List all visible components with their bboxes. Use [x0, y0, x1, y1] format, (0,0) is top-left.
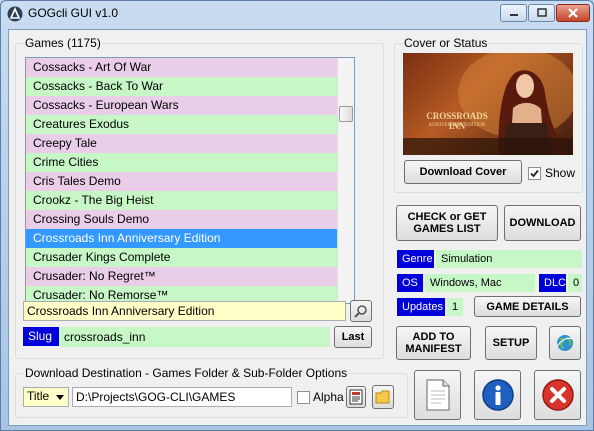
games-list[interactable]: Cossacks - Art Of War Cossacks - Back To …: [25, 57, 355, 304]
download-cover-button[interactable]: Download Cover: [404, 160, 522, 184]
folder-icon: [375, 390, 390, 404]
close-icon: [568, 8, 578, 18]
cover-art-graphic: [403, 53, 573, 155]
dlc-value: 0: [568, 274, 582, 292]
info-button[interactable]: [474, 370, 521, 420]
minimize-button[interactable]: [500, 4, 527, 22]
blank-document-icon: [426, 379, 449, 411]
maximize-icon: [536, 8, 547, 17]
games-list-scrollbar[interactable]: [337, 58, 354, 303]
game-list-item[interactable]: Cossacks - Art Of War: [26, 58, 339, 77]
cover-group-title: Cover or Status: [402, 36, 490, 50]
slug-field[interactable]: crossroads_inn: [60, 327, 330, 347]
download-button[interactable]: DOWNLOAD: [504, 205, 581, 241]
os-label: OS: [397, 274, 423, 292]
genre-value: Simulation: [436, 250, 582, 268]
game-title-field[interactable]: Crossroads Inn Anniversary Edition: [23, 301, 346, 321]
game-list-item[interactable]: Creepy Tale: [26, 134, 339, 153]
game-list-item[interactable]: Crusader: No Regret™: [26, 267, 339, 286]
search-button[interactable]: [350, 300, 372, 322]
destination-group-title: Download Destination - Games Folder & Su…: [23, 366, 350, 380]
game-list-item[interactable]: Cris Tales Demo: [26, 172, 339, 191]
cover-logo-subtext: ANNIVERSARY EDITION: [428, 123, 486, 128]
client-area: Games (1175) Cossacks - Art Of War Cossac…: [8, 29, 587, 426]
web-button[interactable]: [549, 326, 581, 360]
add-to-manifest-button[interactable]: ADD TO MANIFEST: [396, 326, 471, 360]
folder-option-combo[interactable]: Title: [23, 387, 69, 407]
slug-label: Slug: [23, 327, 59, 346]
dlc-label: DLC: [539, 274, 566, 292]
destination-path-field[interactable]: D:\Projects\GOG-CLI\GAMES: [72, 387, 292, 407]
close-circle-icon: [541, 379, 574, 411]
browse-folder-button[interactable]: [372, 385, 394, 409]
manifest-file-button[interactable]: [414, 370, 461, 420]
maximize-button[interactable]: [528, 4, 555, 22]
minimize-icon: [509, 14, 518, 16]
app-window: GOGcli GUI v1.0 Games (1175) Cossacks - …: [0, 0, 594, 431]
cover-logo-text: CROSSROADS INN: [426, 111, 488, 131]
os-value: Windows, Mac: [425, 274, 535, 292]
show-checkbox[interactable]: [528, 167, 541, 180]
game-list-item[interactable]: Cossacks - European Wars: [26, 96, 339, 115]
game-list-item[interactable]: Crime Cities: [26, 153, 339, 172]
app-logo-icon: [7, 6, 23, 22]
show-label: Show: [545, 166, 576, 180]
scroll-thumb[interactable]: [339, 106, 353, 122]
last-button[interactable]: Last: [334, 326, 372, 348]
updates-label: Updates: [397, 298, 445, 316]
cover-image: CROSSROADS INN ANNIVERSARY EDITION: [403, 53, 573, 155]
game-details-button[interactable]: GAME DETAILS: [474, 296, 581, 317]
exit-button[interactable]: [534, 370, 581, 420]
window-title: GOGcli GUI v1.0: [28, 6, 119, 20]
subfolder-option-button[interactable]: [346, 386, 366, 408]
checkmark-icon: [530, 169, 539, 178]
game-list-item[interactable]: Crossroads Inn Anniversary Edition: [26, 229, 339, 248]
alpha-label: Alpha: [313, 390, 344, 404]
chevron-down-icon: [56, 395, 64, 400]
search-icon: [354, 305, 367, 318]
genre-label: Genre: [397, 250, 434, 268]
folder-option-value: Title: [27, 389, 50, 403]
game-list-item[interactable]: Creatures Exodus: [26, 115, 339, 134]
games-group-title: Games (1175): [23, 36, 103, 50]
setup-button[interactable]: SETUP: [485, 326, 537, 360]
updates-value: 1: [447, 298, 463, 316]
game-list-item[interactable]: Cossacks - Back To War: [26, 77, 339, 96]
title-bar[interactable]: GOGcli GUI v1.0: [1, 1, 593, 29]
game-list-item[interactable]: Crossing Souls Demo: [26, 210, 339, 229]
globe-icon: [556, 335, 574, 351]
game-list-item[interactable]: Crookz - The Big Heist: [26, 191, 339, 210]
alpha-checkbox[interactable]: [297, 391, 310, 404]
check-or-get-games-list-button[interactable]: CHECK or GET GAMES LIST: [396, 205, 498, 241]
close-window-button[interactable]: [556, 4, 590, 22]
game-list-item[interactable]: Crusader Kings Complete: [26, 248, 339, 267]
document-icon: [349, 389, 363, 405]
info-icon: [481, 379, 514, 411]
